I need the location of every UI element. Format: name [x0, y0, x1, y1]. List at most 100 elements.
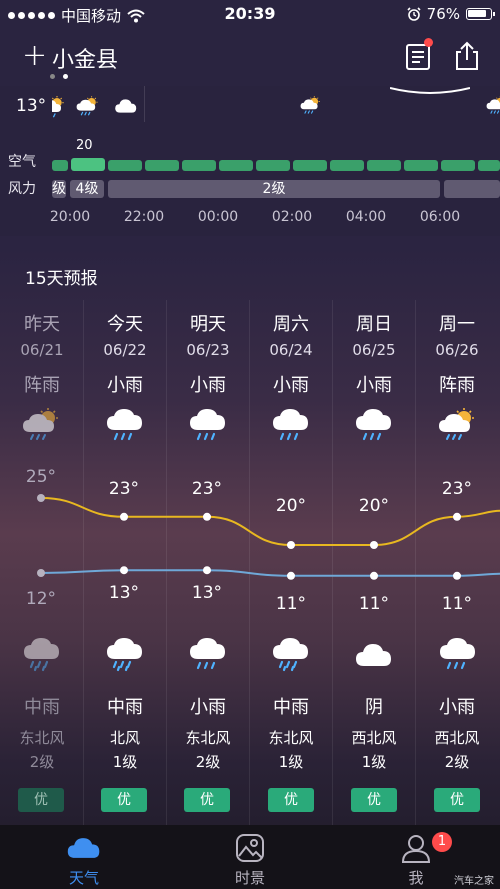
- bottom-tab-bar: 天气 时景 我: [0, 825, 500, 889]
- app-header: + 小金县: [0, 36, 500, 82]
- moderate-rain-icon: [105, 637, 144, 672]
- low-temp: 12°: [25, 589, 57, 609]
- time-label: 22:00: [123, 209, 165, 225]
- wind-level: 1级: [278, 753, 304, 771]
- day-condition: 小雨: [273, 375, 309, 396]
- wind-segment: [444, 180, 500, 198]
- wind-direction: 东北风: [19, 729, 65, 747]
- tab-label: 天气: [68, 869, 99, 887]
- aqi-bar: [478, 160, 500, 171]
- low-temp-point: [453, 571, 461, 580]
- light-rain-icon: [188, 637, 227, 670]
- photo-icon: [236, 834, 264, 862]
- shower-icon: [76, 96, 99, 116]
- low-temp-line: [40, 569, 500, 577]
- aqi-bar: [182, 160, 216, 171]
- low-temp: 13°: [191, 583, 223, 603]
- wind-direction: 东北风: [185, 729, 231, 747]
- high-temp: 20°: [358, 496, 390, 516]
- high-temp-point: [370, 541, 378, 549]
- day-condition: 小雨: [356, 375, 392, 396]
- wind-level: 2级: [195, 753, 221, 771]
- wind-level: 2级: [444, 753, 470, 771]
- day-date: 06/25: [352, 341, 396, 359]
- hourly-forecast[interactable]: 13° 空气 风力 20 级 4级 2级 20:00 22:00 00:00 0…: [0, 86, 500, 236]
- air-quality-badge: 优: [184, 788, 230, 812]
- aqi-bar: [52, 160, 68, 171]
- high-temp: 25°: [25, 467, 57, 487]
- aqi-bar: [404, 160, 438, 171]
- add-city-button[interactable]: +: [22, 38, 47, 74]
- forecast-day[interactable]: 周日 06/25 小雨: [332, 310, 416, 401]
- shower-icon: [22, 408, 59, 440]
- wind-level: 1级: [361, 753, 387, 771]
- day-name: 明天: [190, 314, 226, 335]
- high-temp-point: [287, 541, 295, 549]
- shower-icon: [486, 96, 500, 114]
- wind-segment: 级: [52, 180, 66, 198]
- wind-level: 2级: [29, 753, 55, 771]
- moderate-rain-icon: [271, 637, 310, 672]
- night-forecast: 中雨 东北风 1级: [249, 693, 333, 773]
- high-temp-point: [203, 512, 211, 521]
- share-icon[interactable]: [452, 40, 482, 72]
- night-forecast: 阴 西北风 1级: [332, 693, 416, 773]
- low-temp-point: [120, 566, 128, 575]
- tab-weather[interactable]: 天气: [24, 825, 144, 889]
- night-condition: 小雨: [190, 697, 226, 718]
- day-date: 06/22: [103, 341, 147, 359]
- aqi-bar: [256, 160, 290, 171]
- day-condition: 小雨: [190, 375, 226, 396]
- wind-direction: 东北风: [268, 729, 314, 747]
- low-temp-point: [287, 571, 295, 580]
- forecast-day[interactable]: 昨天 06/21 阵雨: [0, 310, 84, 401]
- shower-icon: [52, 96, 65, 118]
- day-date: 06/21: [20, 341, 64, 359]
- day-name: 昨天: [24, 314, 60, 335]
- aqi-bar-current: [71, 158, 105, 171]
- day-condition: 小雨: [107, 375, 143, 396]
- aqi-bar: [145, 160, 179, 171]
- aqi-bar: [441, 160, 475, 171]
- high-temp-point: [453, 512, 461, 521]
- light-rain-icon: [438, 637, 477, 670]
- night-forecast: 小雨 西北风 2级: [415, 693, 499, 773]
- alarm-icon: [407, 7, 421, 21]
- aqi-value: 20: [76, 138, 93, 153]
- day-name: 今天: [107, 314, 143, 335]
- time-label: 02:00: [271, 209, 313, 225]
- temperature-chart: [37, 494, 500, 580]
- low-temp: 11°: [441, 594, 473, 614]
- high-temp: 23°: [191, 479, 223, 499]
- news-notification-dot: [424, 38, 433, 47]
- city-name[interactable]: 小金县: [52, 42, 118, 74]
- night-condition: 小雨: [439, 697, 475, 718]
- low-temp-point: [203, 566, 211, 575]
- air-quality-badge: 优: [351, 788, 397, 812]
- forecast-title: 15天预报: [25, 269, 98, 289]
- air-quality-badge: 优: [18, 788, 64, 812]
- low-temp: 11°: [358, 594, 390, 614]
- forecast-day[interactable]: 周一 06/26 阵雨: [415, 310, 499, 401]
- forecast-day[interactable]: 今天 06/22 小雨: [83, 310, 167, 401]
- night-condition: 中雨: [273, 697, 309, 718]
- low-temp: 11°: [275, 594, 307, 614]
- temperature-curve: [390, 87, 470, 94]
- moderate-rain-icon: [22, 637, 61, 672]
- time-label: 06:00: [419, 209, 461, 225]
- watermark: 汽车之家: [454, 876, 494, 887]
- aqi-row-label: 空气: [8, 154, 36, 170]
- cloud-icon: [67, 838, 100, 858]
- tab-scenes[interactable]: 时景: [190, 825, 310, 889]
- low-temp-point: [370, 571, 378, 580]
- forecast-day[interactable]: 明天 06/23 小雨: [166, 310, 250, 401]
- current-temperature: 13°: [16, 96, 47, 116]
- time-label: 20:00: [49, 209, 91, 225]
- forecast-day[interactable]: 周六 06/24 小雨: [249, 310, 333, 401]
- aqi-bar: [367, 160, 401, 171]
- night-forecast: 中雨 北风 1级: [83, 693, 167, 773]
- day-date: 06/24: [269, 341, 313, 359]
- night-forecast: 中雨 东北风 2级: [0, 693, 84, 773]
- low-temp-point: [37, 569, 45, 577]
- notification-badge: 1: [432, 832, 452, 852]
